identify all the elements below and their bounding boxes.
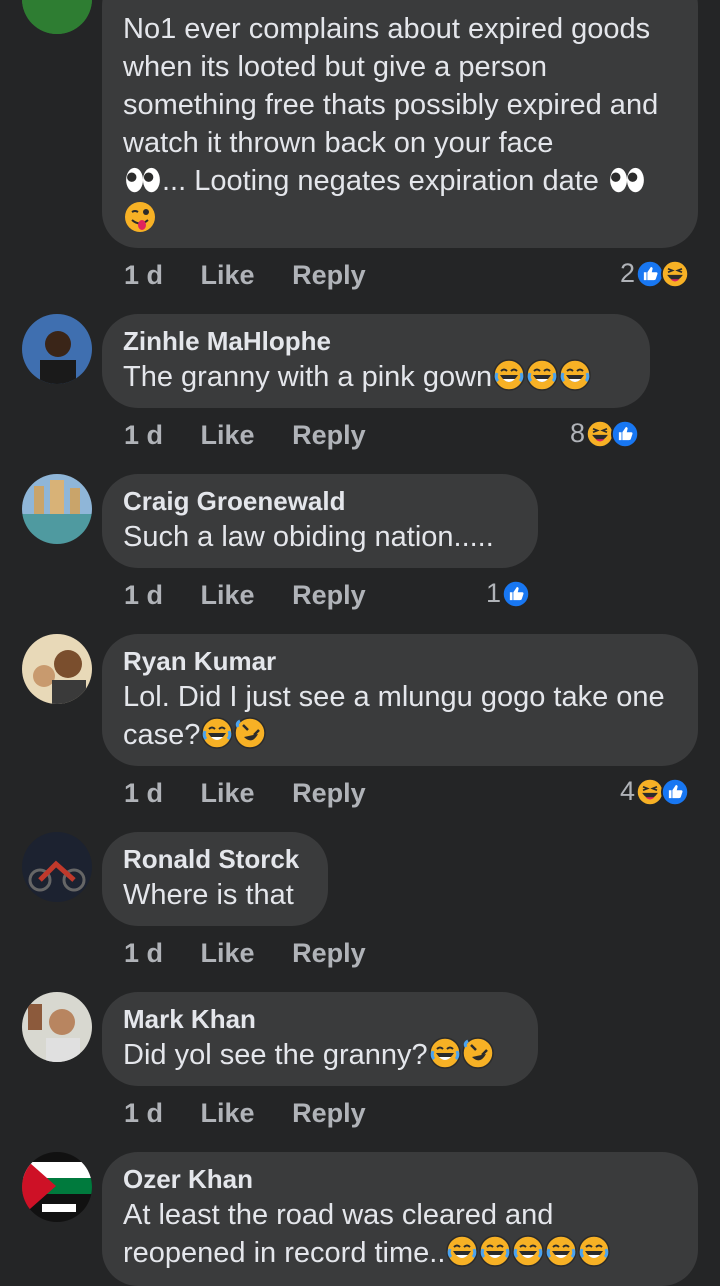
comment-actions: 1 d Like Reply [124,778,396,809]
comment-text: Such a law obiding nation..... [123,521,494,553]
like-reaction-icon [611,420,639,448]
like-button[interactable]: Like [201,1098,255,1128]
laugh-emoji-icon [446,1235,478,1267]
avatar[interactable] [22,1152,92,1222]
like-reaction-icon [661,778,689,806]
reply-button[interactable]: Reply [292,778,366,808]
reply-button[interactable]: Reply [292,260,366,290]
comment-actions: 1 d Like Reply [124,1098,396,1129]
comment-time: 1 d [124,938,164,968]
comment-author[interactable]: Ryan Kumar [123,644,677,678]
laugh-emoji-icon [526,359,558,391]
comment-text: No1 ever complains about expired goods w… [123,10,677,238]
comment-author[interactable]: Ozer Khan [123,1162,677,1196]
reply-button[interactable]: Reply [292,420,366,450]
comment-time: 1 d [124,580,164,610]
comment-text: The granny with a pink gown [123,358,629,396]
comment-bubble[interactable]: Ronald Storck Where is that [102,832,328,926]
haha-reaction-icon [636,778,664,806]
eyes-emoji-icon [608,165,646,195]
reaction-count: 8 [570,418,586,448]
comment-author[interactable]: Zinhle MaHlophe [123,324,629,358]
avatar[interactable] [22,314,92,384]
like-button[interactable]: Like [201,580,255,610]
haha-reaction-icon [586,420,614,448]
laugh-emoji-icon [201,717,233,749]
comment-actions: 1 d Like Reply [124,260,396,291]
rofl-emoji-icon [234,717,266,749]
laugh-emoji-icon [578,1235,610,1267]
avatar[interactable] [22,992,92,1062]
comment-time: 1 d [124,1098,164,1128]
like-button[interactable]: Like [201,938,255,968]
comment-text: At least the road was cleared and reopen… [123,1196,677,1272]
laugh-emoji-icon [479,1235,511,1267]
like-button[interactable]: Like [201,420,255,450]
comment-bubble[interactable]: Craig Groenewald Such a law obiding nati… [102,474,538,568]
comment-author[interactable]: Mark Khan [123,1002,517,1036]
laugh-emoji-icon [512,1235,544,1267]
comment-author[interactable]: Ronald Storck [123,842,307,876]
comment-author[interactable]: Craig Groenewald [123,484,517,518]
avatar[interactable] [22,474,92,544]
rofl-emoji-icon [462,1037,494,1069]
laugh-emoji-icon [559,359,591,391]
reply-button[interactable]: Reply [292,1098,366,1128]
comment-bubble[interactable]: Ryan Kumar Lol. Did I just see a mlungu … [102,634,698,766]
comment-text: Where is that [123,879,294,911]
comment-bubble[interactable]: Ozer Khan At least the road was cleared … [102,1152,698,1286]
reply-button[interactable]: Reply [292,580,366,610]
comment-time: 1 d [124,420,164,450]
avatar[interactable] [22,634,92,704]
comment-time: 1 d [124,778,164,808]
comment-text: Did yol see the granny? [123,1036,517,1074]
reaction-count: 2 [620,258,636,288]
reaction-count: 1 [486,578,502,608]
eyes-emoji-icon [124,165,162,195]
like-button[interactable]: Like [201,778,255,808]
comment-actions: 1 d Like Reply [124,580,396,611]
wink-tongue-emoji-icon [124,201,156,233]
reaction-summary[interactable]: 4 [620,776,689,807]
haha-reaction-icon [661,260,689,288]
laugh-emoji-icon [545,1235,577,1267]
comment-bubble[interactable]: No1 ever complains about expired goods w… [102,0,698,248]
comment-actions: 1 d Like Reply [124,938,396,969]
reaction-summary[interactable]: 1 [486,578,530,609]
avatar[interactable] [22,0,92,34]
like-reaction-icon [636,260,664,288]
comment-bubble[interactable]: Mark Khan Did yol see the granny? [102,992,538,1086]
avatar[interactable] [22,832,92,902]
reaction-count: 4 [620,776,636,806]
comment-text: Lol. Did I just see a mlungu gogo take o… [123,681,665,751]
reply-button[interactable]: Reply [292,938,366,968]
like-reaction-icon [502,580,530,608]
laugh-emoji-icon [493,359,525,391]
laugh-emoji-icon [429,1037,461,1069]
comment-time: 1 d [124,260,164,290]
reaction-summary[interactable]: 2 [620,258,689,289]
comment-actions: 1 d Like Reply [124,420,396,451]
comment-bubble[interactable]: Zinhle MaHlophe The granny with a pink g… [102,314,650,408]
like-button[interactable]: Like [201,260,255,290]
reaction-summary[interactable]: 8 [570,418,639,449]
